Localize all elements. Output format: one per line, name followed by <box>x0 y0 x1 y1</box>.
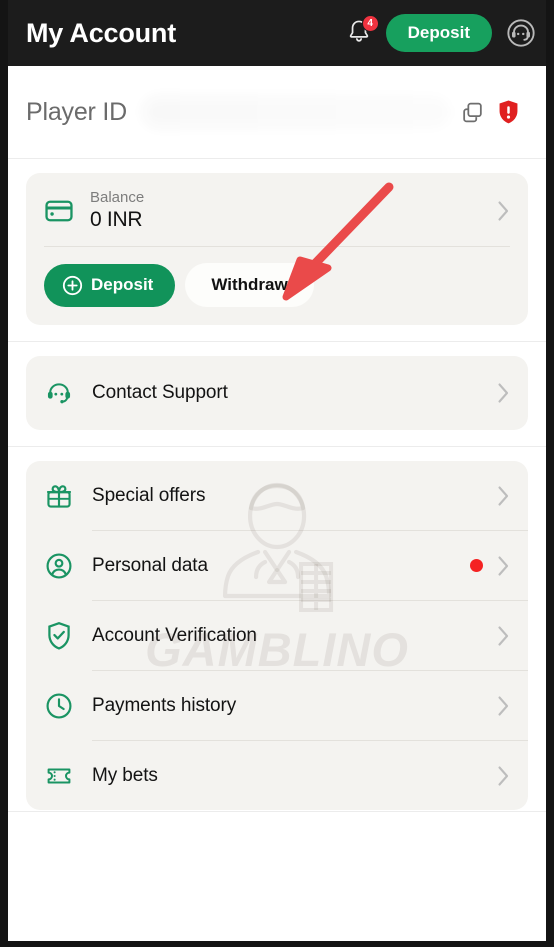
chevron-right-icon <box>498 555 509 576</box>
menu-section: Special offers Personal data Account Ver… <box>8 447 546 826</box>
chevron-right-icon <box>498 200 509 221</box>
row-icon-wrap <box>44 621 74 650</box>
chevron-right-icon <box>498 765 509 786</box>
menu-item-label: Personal data <box>92 554 208 576</box>
menu-item-label: Payments history <box>92 694 237 716</box>
player-id-label: Player ID <box>26 97 128 126</box>
app-header: My Account 4 Deposit <box>8 0 546 66</box>
menu-item-account-verification[interactable]: Account Verification <box>26 601 528 670</box>
balance-summary[interactable]: Balance 0 INR <box>26 173 528 246</box>
balance-label: Balance <box>90 189 145 206</box>
support-section: Contact Support <box>8 342 546 447</box>
menu-item-label: Account Verification <box>92 624 257 646</box>
copy-icon[interactable] <box>460 100 485 125</box>
notification-badge: 4 <box>361 15 379 32</box>
menu-item-payments-history[interactable]: Payments history <box>26 671 528 740</box>
withdraw-button[interactable]: Withdraw <box>185 263 314 307</box>
plus-circle-icon <box>62 275 83 295</box>
balance-actions: Deposit Withdraw <box>26 247 528 325</box>
menu-item-personal-data[interactable]: Personal data <box>26 531 528 600</box>
row-icon-wrap <box>44 378 74 408</box>
balance-section: Balance 0 INR Deposit Withdraw <box>8 159 546 342</box>
contact-support-label: Contact Support <box>92 382 228 403</box>
ticket-icon <box>47 768 71 783</box>
row-contact-support[interactable]: Contact Support <box>26 356 528 430</box>
deposit-button-label: Deposit <box>91 275 154 294</box>
player-id-value-redacted <box>141 95 452 129</box>
gift-icon <box>47 484 71 508</box>
chevron-right-icon <box>498 625 509 646</box>
user-circle-icon <box>46 553 72 578</box>
balance-card: Balance 0 INR Deposit Withdraw <box>26 173 528 325</box>
menu-item-my-bets[interactable]: My bets <box>26 741 528 810</box>
app-screen: My Account 4 Deposit Player ID Balance 0… <box>8 0 546 941</box>
clock-icon <box>46 693 72 718</box>
bottom-divider <box>8 811 546 812</box>
device-frame: My Account 4 Deposit Player ID Balance 0… <box>0 0 554 947</box>
row-icon-wrap <box>44 552 74 580</box>
menu-item-label: Special offers <box>92 484 206 506</box>
chevron-right-icon <box>498 695 509 716</box>
shield-check-icon <box>48 622 70 650</box>
shield-alert-icon[interactable] <box>497 99 520 125</box>
balance-amount: 0 INR <box>90 208 143 231</box>
player-id-actions <box>460 99 520 125</box>
row-icon-wrap <box>44 764 74 788</box>
headset-icon <box>47 383 71 404</box>
menu-item-special-offers[interactable]: Special offers <box>26 461 528 530</box>
menu-item-label: My bets <box>92 764 158 786</box>
header-actions: 4 Deposit <box>346 14 536 52</box>
menu-card: Special offers Personal data Account Ver… <box>26 461 528 810</box>
notifications-button[interactable]: 4 <box>346 15 379 48</box>
status-badge-dot <box>470 559 483 572</box>
chevron-right-icon <box>498 383 509 403</box>
page-title: My Account <box>26 17 177 48</box>
headset-icon[interactable] <box>506 18 536 48</box>
credit-card-icon <box>45 200 73 221</box>
header-deposit-button[interactable]: Deposit <box>385 14 492 52</box>
deposit-button[interactable]: Deposit <box>44 263 176 307</box>
chevron-right-icon <box>498 485 509 506</box>
account-body: Balance 0 INR Deposit Withdraw Contact S… <box>8 159 546 826</box>
contact-support-card: Contact Support <box>26 356 528 430</box>
balance-texts: Balance 0 INR <box>90 189 497 232</box>
player-id-row: Player ID <box>8 66 546 159</box>
row-icon-wrap <box>44 482 74 510</box>
row-icon-wrap <box>44 692 74 720</box>
